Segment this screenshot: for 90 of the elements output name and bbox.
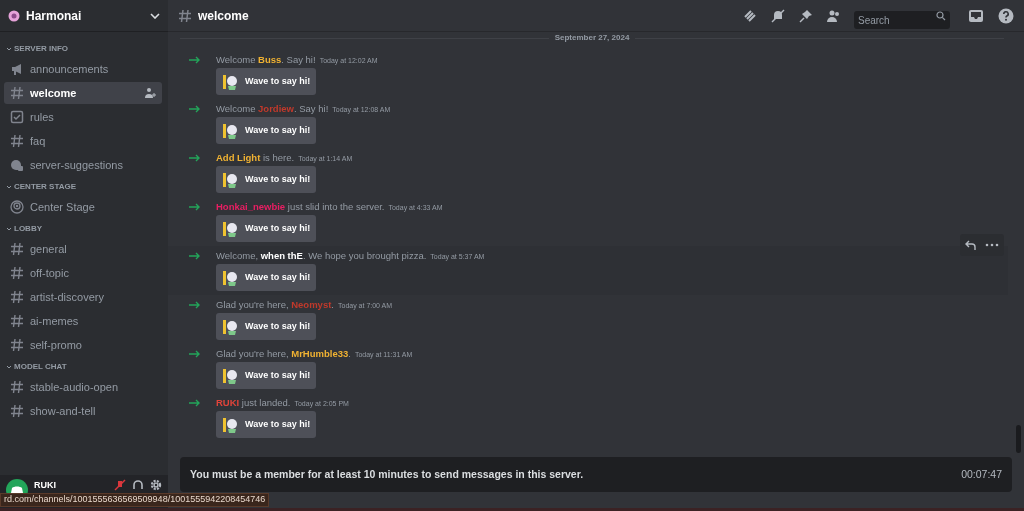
channel-title: welcome [198,7,250,25]
sticker-icon [222,219,240,238]
channel-item[interactable]: ai-memes [4,310,162,332]
join-arrow-icon [189,350,201,358]
wave-button[interactable]: Wave to say hi! [216,362,316,389]
countdown-timer: 00:07:47 [961,466,1002,482]
join-arrow-icon [189,105,201,113]
channel-item[interactable]: artist-discovery [4,286,162,308]
join-arrow-icon [189,301,201,309]
channel-item[interactable]: general [4,238,162,260]
channel-item[interactable]: welcome [4,82,162,104]
join-arrow-icon [189,203,201,211]
headphones-icon[interactable] [132,479,144,491]
channel-item[interactable]: rules [4,106,162,128]
hash-icon [10,134,24,148]
pin-icon[interactable] [798,7,814,24]
sticker-icon [222,317,240,336]
sticker-icon [222,366,240,385]
wave-button[interactable]: Wave to say hi! [216,166,316,193]
stage-icon [10,200,24,214]
system-message: Glad you're here, Neomyst. [216,298,334,311]
hash-icon [10,380,24,394]
wave-button[interactable]: Wave to say hi! [216,68,316,95]
channel-item[interactable]: server-suggestions [4,154,162,176]
system-message: RUKI just landed. [216,396,291,409]
hash-icon [10,242,24,256]
collapse-icon[interactable] [6,364,12,370]
add-member-icon[interactable] [144,87,156,99]
collapse-icon[interactable] [6,46,12,52]
hash-icon [10,404,24,418]
muted-bell-icon[interactable] [770,7,786,24]
category-label[interactable]: SERVER INFO [14,43,69,55]
search-icon [936,10,946,21]
wave-button[interactable]: Wave to say hi! [216,313,316,340]
server-icon [8,9,20,22]
megaphone-icon [10,62,24,76]
system-message: Add Light is here. [216,151,295,164]
chevron-icon[interactable] [150,12,160,19]
hash-icon [10,86,24,100]
system-message: Welcome Jordiew. Say hi! [216,102,329,115]
join-arrow-icon [189,252,201,260]
threads-icon[interactable] [742,7,758,24]
search-field[interactable]: Search [854,11,950,29]
sticker-icon [222,121,240,140]
hash-icon [10,266,24,280]
more-icon[interactable] [985,243,999,247]
checklist-icon [10,110,24,124]
channel-item[interactable]: show-and-tell [4,400,162,422]
system-message: Welcome, when thE. We hope you brought pizza. [216,249,427,262]
inbox-icon[interactable] [968,7,984,24]
hash-icon [10,290,24,304]
channel-item[interactable]: announcements [4,58,162,80]
notice-text: You must be a member for at least 10 minutes to send messages in this server. [190,466,585,482]
server-name[interactable]: Harmonai [26,6,144,25]
help-icon[interactable] [998,7,1014,24]
system-message: Honkai_newbie just slid into the server. [216,200,385,213]
join-arrow-icon [189,154,201,162]
category-label[interactable]: LOBBY [14,223,42,235]
channel-item[interactable]: faq [4,130,162,152]
channel-item[interactable]: self-promo [4,334,162,356]
category-label[interactable]: CENTER STAGE [14,181,77,193]
channel-item[interactable]: off-topic [4,262,162,284]
hash-icon [10,314,24,328]
date-divider: September 27, 2024 [554,32,630,44]
join-arrow-icon [189,56,201,64]
collapse-icon[interactable] [6,226,12,232]
forum-icon [10,158,24,172]
wave-button[interactable]: Wave to say hi! [216,117,316,144]
channel-item[interactable]: stable-audio-open [4,376,162,398]
sticker-icon [222,170,240,189]
hash-icon [10,338,24,352]
collapse-icon[interactable] [6,184,12,190]
username: RUKI [34,480,57,491]
join-arrow-icon [189,399,201,407]
reply-icon[interactable] [965,239,977,251]
system-message: Welcome Buss. Say hi! [216,53,316,66]
url-tooltip: rd.com/channels/1001555636569509948/1001555942208454746 [0,493,270,507]
settings-icon[interactable] [150,479,162,491]
wave-button[interactable]: Wave to say hi! [216,215,316,242]
wave-button[interactable]: Wave to say hi! [216,411,316,438]
sticker-icon [222,72,240,91]
channel-item[interactable]: Center Stage [4,196,162,218]
sticker-icon [222,415,240,434]
system-message: Glad you're here, MrHumble33. [216,347,351,360]
hash-icon [178,8,192,23]
mute-icon[interactable] [114,479,126,491]
sticker-icon [222,268,240,287]
wave-button[interactable]: Wave to say hi! [216,264,316,291]
scrollbar[interactable] [1016,425,1021,453]
category-label[interactable]: MODEL CHAT [14,361,67,373]
